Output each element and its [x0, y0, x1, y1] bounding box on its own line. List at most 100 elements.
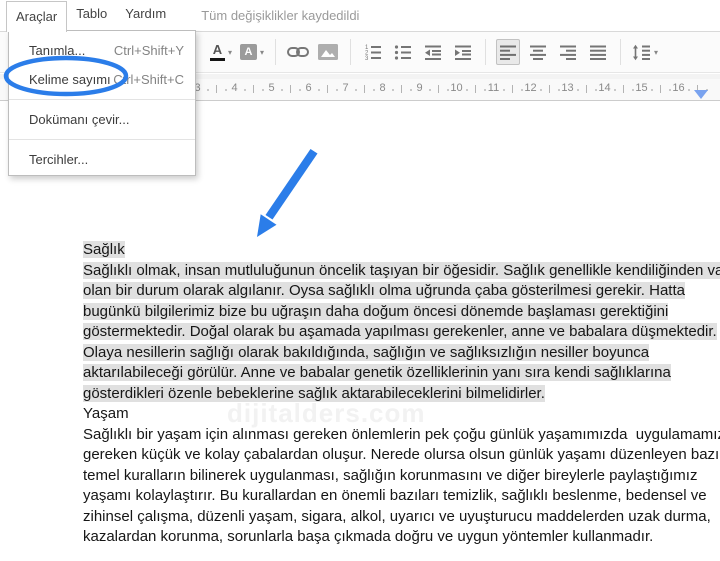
justify-button[interactable] [586, 39, 610, 65]
ruler-tick [613, 89, 616, 91]
align-center-button[interactable] [526, 39, 550, 65]
ruler-number: 9 [416, 82, 423, 94]
text-run: zihinsel çalışma, düzenli yaşam, sigara,… [83, 507, 711, 525]
ruler-tick [391, 89, 394, 91]
text-line[interactable]: kazalardan korunma, sorunlarla başa çıkm… [83, 527, 720, 548]
menu-item-tercihler[interactable]: Tercihler... [9, 145, 195, 174]
highlight-color-button[interactable]: A ▾ [239, 39, 265, 65]
ruler-tick [669, 89, 672, 91]
menubar-items: Araçlar Tablo Yardım [6, 0, 175, 32]
align-left-icon [500, 45, 517, 60]
menu-item-tanimla[interactable]: Tanımla... Ctrl+Shift+Y [9, 36, 195, 65]
ruler-tick [262, 89, 265, 91]
svg-text:3: 3 [365, 56, 369, 61]
text-line[interactable]: temel kuralların bilinerek uygulanması, … [83, 466, 720, 487]
increase-indent-button[interactable] [451, 39, 475, 65]
ruler-number: 8 [379, 82, 386, 94]
ruler-tick [428, 89, 431, 91]
highlight-color-icon: A [240, 44, 258, 60]
text-line[interactable]: Sağlıklı bir yaşam için alınması gereken… [83, 425, 720, 446]
ruler-number: 14 [598, 82, 611, 94]
ruler-number: 12 [524, 82, 537, 94]
text-line[interactable]: bugünkü bilgilerimiz bize bu uğraşın dah… [83, 302, 720, 323]
ruler-number: 16 [672, 82, 685, 94]
ruler-tick [576, 89, 579, 91]
ruler-tick [317, 89, 320, 91]
text-line[interactable]: göstermektedir. Doğal olarak bu aşamada … [83, 322, 720, 343]
ruler-number: 5 [268, 82, 275, 94]
text-line[interactable]: Olaya nesillerin sağlığı olarak bakıldığ… [83, 343, 720, 364]
menu-yardim[interactable]: Yardım [116, 0, 175, 28]
menu-item-dokumani-cevir[interactable]: Dokümanı çevir... [9, 105, 195, 134]
ruler-tick [539, 89, 542, 91]
text-line[interactable]: gereken küçük ve kolay çabalardan oluşur… [83, 445, 720, 466]
menu-separator [9, 139, 195, 140]
text-run: Yaşam [83, 405, 129, 422]
section-heading[interactable]: Sağlık [83, 240, 720, 261]
text-run: gereken küçük ve kolay çabalardan oluşur… [83, 446, 720, 463]
ruler-tick [299, 89, 302, 91]
menu-item-label: Tercihler... [29, 152, 89, 167]
ruler-tick [206, 89, 209, 91]
numbered-list-button[interactable]: 123 [361, 39, 385, 65]
menu-separator [9, 99, 195, 100]
ruler-tick [280, 89, 283, 91]
text-line[interactable]: yaşamı kolaylaştırır. Bu kurallardan en … [83, 486, 720, 507]
text-run: olan bir durum olarak algılanır. Oysa sa… [83, 282, 685, 299]
chevron-down-icon: ▾ [260, 47, 265, 57]
text-line[interactable]: aktarılabileceği görülür. Anne ve babala… [83, 363, 720, 384]
bulleted-list-button[interactable] [391, 39, 415, 65]
bulleted-list-icon [394, 44, 412, 60]
ruler-tick [484, 89, 487, 91]
menu-item-shortcut: Ctrl+Shift+C [113, 72, 184, 87]
line-spacing-button[interactable]: ▾ [631, 39, 659, 65]
insert-link-button[interactable] [286, 39, 310, 65]
text-line[interactable]: gösterdikleri özenle bebeklerine sağlık … [83, 384, 720, 405]
insert-image-button[interactable] [316, 39, 340, 65]
section-heading[interactable]: Yaşam [83, 404, 720, 425]
menu-item-shortcut: Ctrl+Shift+Y [113, 43, 184, 58]
ruler-tick [595, 89, 598, 91]
ruler-tick [327, 85, 328, 93]
ruler-tick [660, 85, 661, 93]
ruler-tick [243, 89, 246, 91]
ruler-tick [354, 89, 357, 91]
align-right-button[interactable] [556, 39, 580, 65]
text-line[interactable]: Sağlıklı olmak, insan mutluluğunun öncel… [83, 261, 720, 282]
menu-tablo[interactable]: Tablo [67, 0, 116, 28]
decrease-indent-button[interactable] [421, 39, 445, 65]
text-color-button[interactable]: A ▾ [209, 39, 233, 65]
ruler-tick [502, 89, 505, 91]
right-indent-marker[interactable] [694, 90, 708, 99]
ruler-tick [475, 85, 476, 93]
ruler-tick [336, 89, 339, 91]
ruler-number: 15 [635, 82, 648, 94]
ruler-tick [216, 85, 217, 93]
ruler-tick [373, 89, 376, 91]
menu-araclar[interactable]: Araçlar [6, 1, 68, 32]
ruler-tick [687, 89, 690, 91]
link-icon [287, 47, 310, 57]
increase-indent-icon [455, 45, 472, 60]
text-run: Olaya nesillerin sağlığı olarak bakıldığ… [83, 343, 650, 361]
decrease-indent-icon [425, 45, 442, 60]
ruler-tick [549, 85, 550, 93]
menu-item-label: Kelime sayımı [29, 72, 111, 87]
ruler-tick [512, 85, 513, 93]
ruler-tick [364, 85, 365, 93]
justify-icon [590, 45, 607, 60]
toolbar-separator [350, 39, 352, 65]
tools-dropdown-menu: Tanımla... Ctrl+Shift+Y Kelime sayımı Ctrl+… [8, 30, 196, 176]
numbered-list-icon: 123 [365, 45, 382, 61]
text-line[interactable]: olan bir durum olarak algılanır. Oysa sa… [83, 281, 720, 302]
ruler-tick [623, 85, 624, 93]
menu-item-kelime-sayimi[interactable]: Kelime sayımı Ctrl+Shift+C [9, 65, 195, 94]
ruler-number: 6 [305, 82, 312, 94]
ruler-tick [521, 89, 524, 91]
line-spacing-icon [633, 44, 651, 60]
text-line[interactable]: zihinsel çalışma, düzenli yaşam, sigara,… [83, 507, 720, 528]
ruler-number: 10 [450, 82, 463, 94]
menu-bar: Araçlar Tablo Yardım Tüm değişiklikler kay… [0, 0, 720, 32]
align-left-button[interactable] [496, 39, 521, 65]
text-run: kazalardan korunma, sorunlarla başa çıkm… [83, 528, 654, 545]
